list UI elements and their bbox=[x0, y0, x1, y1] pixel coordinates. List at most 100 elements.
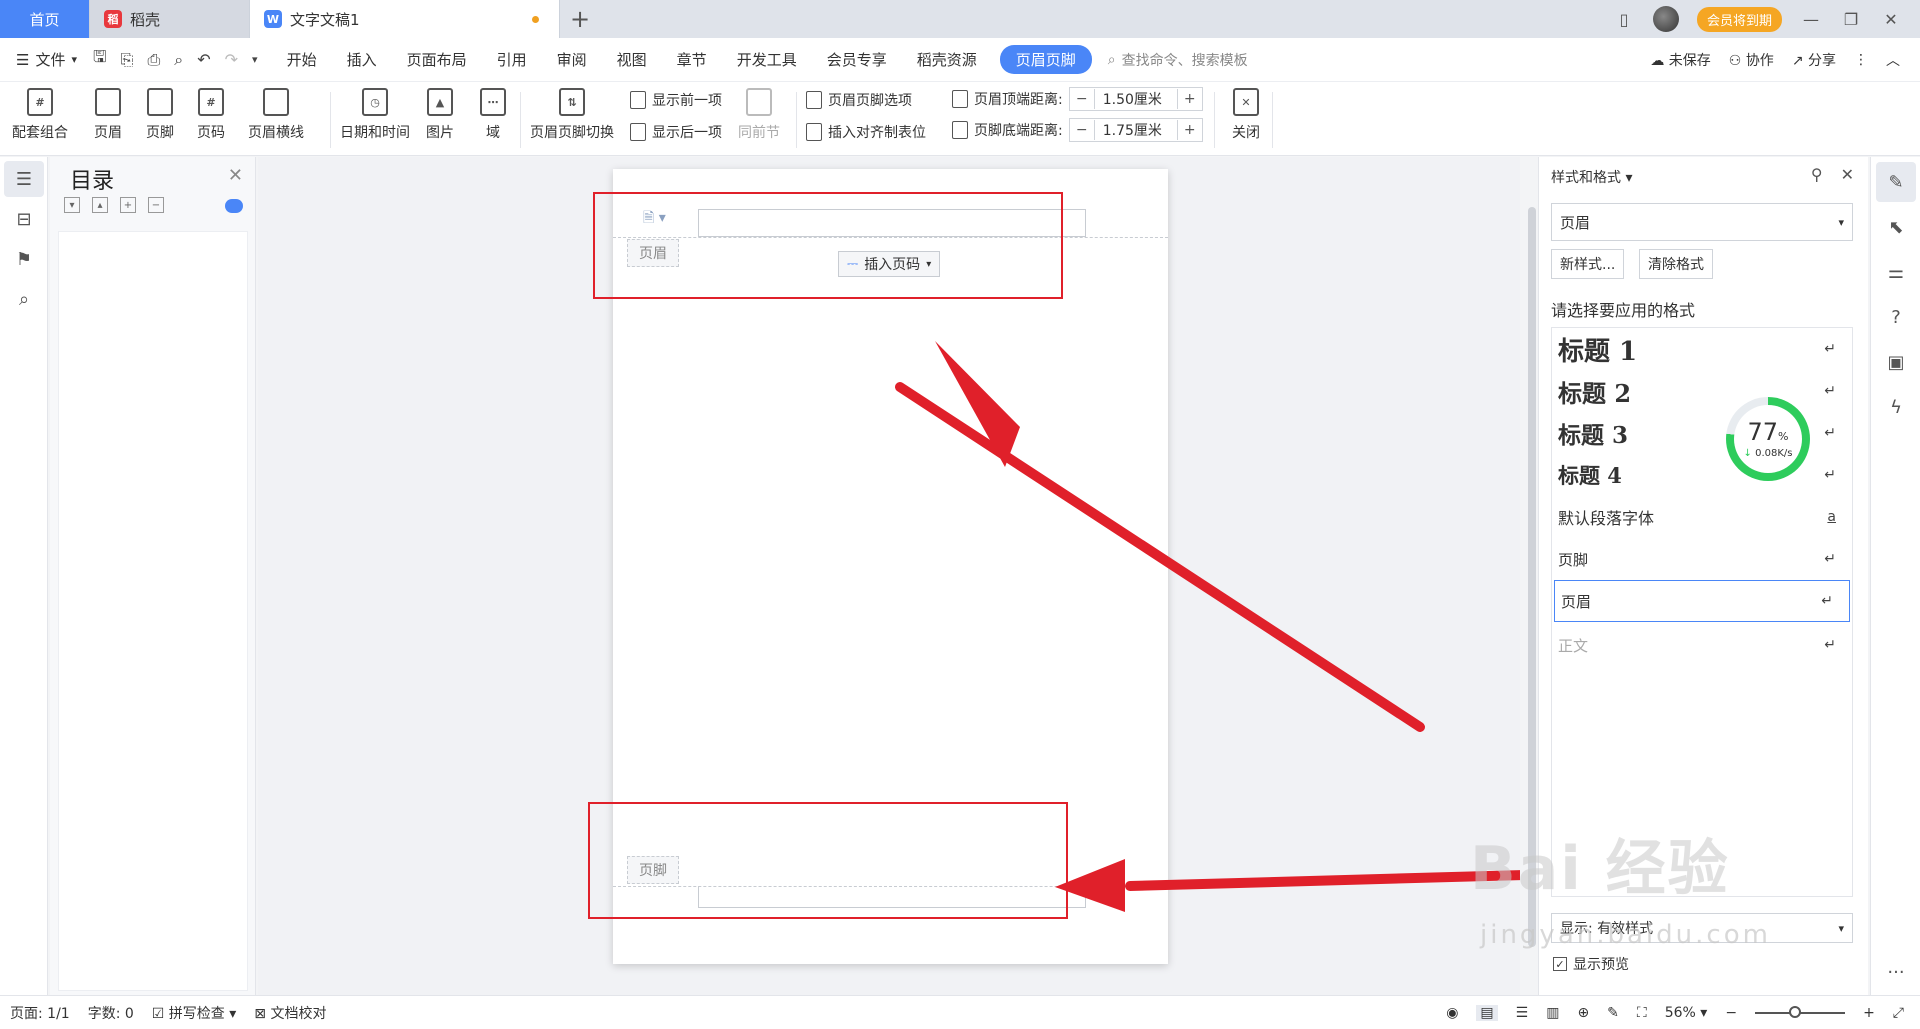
proofread-button[interactable]: ⊠ 文档校对 bbox=[254, 1003, 326, 1023]
style-heading-2[interactable]: 标题 2 ↵ bbox=[1552, 370, 1852, 412]
current-style-select[interactable]: 页眉 ▾ bbox=[1551, 203, 1853, 241]
same-as-prev-button[interactable]: 同前节 bbox=[738, 88, 780, 142]
save-icon[interactable]: 🖫 bbox=[93, 46, 107, 73]
menu-review[interactable]: 审阅 bbox=[542, 49, 602, 70]
close-icon[interactable]: ✕ bbox=[1841, 165, 1854, 184]
word-count[interactable]: 字数: 0 bbox=[88, 1003, 134, 1023]
hf-options-button[interactable]: 页眉页脚选项 bbox=[806, 90, 912, 110]
close-icon[interactable]: ✕ bbox=[228, 165, 243, 186]
export-icon[interactable]: ⎘ bbox=[121, 50, 134, 70]
menu-view[interactable]: 视图 bbox=[602, 49, 662, 70]
styles-panel-title[interactable]: 样式和格式 ▾ bbox=[1551, 167, 1632, 187]
spell-check-button[interactable]: ☑ 拼写检查 ▾ bbox=[152, 1003, 237, 1023]
select-pointer-icon[interactable]: ⬉ bbox=[1876, 207, 1916, 247]
style-header[interactable]: 页眉 ↵ bbox=[1554, 580, 1850, 622]
collab-button[interactable]: ⚇ 协作 bbox=[1729, 50, 1774, 70]
datetime-button[interactable]: ◷ 日期和时间 bbox=[340, 88, 410, 142]
footer-button[interactable]: 页脚 bbox=[146, 88, 174, 142]
set-combo-button[interactable]: # 配套组合 bbox=[12, 88, 68, 142]
bookmark-icon[interactable]: ⚑ bbox=[4, 241, 44, 277]
clear-format-button[interactable]: 清除格式 bbox=[1639, 249, 1713, 279]
add-icon[interactable]: + bbox=[120, 197, 136, 213]
header-button[interactable]: 页眉 bbox=[94, 88, 122, 142]
eye-protect-icon[interactable]: ◉ bbox=[1446, 1005, 1458, 1021]
search-icon[interactable]: ⌕ bbox=[4, 281, 44, 317]
undo-icon[interactable]: ↶ bbox=[197, 50, 210, 69]
page-indicator[interactable]: 页面: 1/1 bbox=[10, 1003, 70, 1023]
vip-expiring-button[interactable]: 会员将到期 bbox=[1696, 6, 1782, 32]
print-icon[interactable]: ⎙ bbox=[147, 50, 160, 70]
fit-page-icon[interactable]: ⛶ bbox=[1637, 1005, 1647, 1021]
zoom-slider[interactable] bbox=[1755, 1005, 1846, 1018]
style-pen-icon[interactable]: ✎ bbox=[1876, 162, 1916, 202]
tab-home[interactable]: 首页 bbox=[0, 0, 90, 38]
remove-icon[interactable]: − bbox=[148, 197, 164, 213]
new-tab-button[interactable]: + bbox=[560, 0, 600, 38]
toc-icon[interactable]: ☰ bbox=[4, 161, 44, 197]
layout-icon[interactable]: ▯ bbox=[1613, 10, 1635, 29]
collapse-ribbon-icon[interactable]: ︿ bbox=[1886, 50, 1900, 70]
close-header-footer-button[interactable]: ✕ 关闭 bbox=[1232, 88, 1260, 142]
decrement-button[interactable]: − bbox=[1070, 91, 1094, 107]
increment-button[interactable]: + bbox=[1178, 91, 1202, 107]
restore-button[interactable]: ❐ bbox=[1840, 10, 1862, 29]
menu-section[interactable]: 章节 bbox=[662, 49, 722, 70]
decrement-button[interactable]: − bbox=[1070, 122, 1094, 138]
network-speed-gauge[interactable]: 77% ↓ 0.08K/s bbox=[1726, 397, 1810, 481]
zoom-level[interactable]: 56% ▾ bbox=[1665, 1005, 1708, 1021]
header-top-value[interactable]: 1.50厘米 bbox=[1093, 89, 1178, 109]
command-search[interactable]: ⌕ 查找命令、搜索模板 bbox=[1108, 50, 1248, 70]
redo-icon[interactable]: ↷ bbox=[225, 50, 238, 69]
page-view-icon[interactable]: ▤ bbox=[1476, 1004, 1498, 1021]
menu-daoke[interactable]: 稻壳资源 bbox=[902, 49, 992, 70]
minimize-button[interactable]: — bbox=[1800, 10, 1822, 29]
tab-daoke[interactable]: 稻 稻壳 bbox=[90, 0, 250, 38]
expand-icon[interactable]: ▾ bbox=[64, 197, 80, 213]
picture-button[interactable]: ▲ 图片 bbox=[426, 88, 454, 142]
avatar[interactable] bbox=[1652, 6, 1679, 32]
web-view-icon[interactable]: ⊕ bbox=[1577, 1005, 1589, 1021]
insert-align-tab-button[interactable]: 插入对齐制表位 bbox=[806, 122, 926, 142]
show-preview-checkbox[interactable]: ✓ 显示预览 bbox=[1553, 954, 1629, 974]
collapse-icon[interactable]: ▴ bbox=[92, 197, 108, 213]
menu-developer[interactable]: 开发工具 bbox=[722, 49, 812, 70]
header-top-spinner[interactable]: − 1.50厘米 + bbox=[1068, 87, 1203, 111]
file-menu[interactable]: ☰ 文件 ▾ bbox=[0, 49, 93, 70]
header-line-button[interactable]: 页眉横线 bbox=[248, 88, 304, 142]
menu-home[interactable]: 开始 bbox=[272, 49, 332, 70]
tab-document[interactable]: W 文字文稿1 bbox=[250, 0, 560, 38]
header-footer-switch-button[interactable]: ⇅ 页眉页脚切换 bbox=[530, 88, 614, 142]
footer-bottom-spinner[interactable]: − 1.75厘米 + bbox=[1068, 118, 1203, 142]
more-icon[interactable]: ⋮ bbox=[1854, 52, 1868, 68]
outline-view-icon[interactable]: ☰ bbox=[1516, 1005, 1529, 1021]
zoom-in-button[interactable]: + bbox=[1863, 1005, 1875, 1021]
lightning-icon[interactable]: ϟ bbox=[1876, 387, 1916, 427]
fullscreen-icon[interactable]: ⤢ bbox=[1893, 1005, 1904, 1021]
more-icon[interactable]: ··· bbox=[1876, 952, 1916, 992]
chapter-nav-icon[interactable]: ⊟ bbox=[4, 201, 44, 237]
read-view-icon[interactable]: ▥ bbox=[1546, 1005, 1559, 1021]
style-body[interactable]: 正文 ↵ bbox=[1552, 624, 1852, 666]
field-button[interactable]: ⋯ 域 bbox=[480, 88, 506, 142]
new-style-button[interactable]: 新样式... bbox=[1551, 249, 1625, 279]
increment-button[interactable]: + bbox=[1178, 122, 1202, 138]
style-default-font[interactable]: 默认段落字体 a bbox=[1552, 496, 1852, 538]
menu-layout[interactable]: 页面布局 bbox=[392, 49, 482, 70]
show-next-button[interactable]: 显示后一项 bbox=[630, 122, 722, 142]
menu-header-footer[interactable]: 页眉页脚 bbox=[999, 45, 1092, 74]
image-tool-icon[interactable]: ▣ bbox=[1876, 342, 1916, 382]
page-number-button[interactable]: # 页码 bbox=[197, 88, 225, 142]
menu-member[interactable]: 会员专享 bbox=[812, 49, 902, 70]
toc-toggle-icon[interactable] bbox=[225, 199, 243, 213]
style-heading-4[interactable]: 标题 4 ↵ bbox=[1552, 454, 1852, 496]
footer-bottom-value[interactable]: 1.75厘米 bbox=[1093, 120, 1178, 140]
style-footer[interactable]: 页脚 ↵ bbox=[1552, 538, 1852, 580]
menu-references[interactable]: 引用 bbox=[482, 49, 542, 70]
help-icon[interactable]: ? bbox=[1876, 297, 1916, 337]
menu-insert[interactable]: 插入 bbox=[332, 49, 392, 70]
show-prev-button[interactable]: 显示前一项 bbox=[630, 90, 722, 110]
share-button[interactable]: ↗ 分享 bbox=[1792, 50, 1836, 70]
close-window-button[interactable]: ✕ bbox=[1880, 10, 1902, 29]
write-mode-icon[interactable]: ✎ bbox=[1607, 1005, 1619, 1021]
zoom-slider-knob[interactable] bbox=[1789, 1005, 1802, 1018]
